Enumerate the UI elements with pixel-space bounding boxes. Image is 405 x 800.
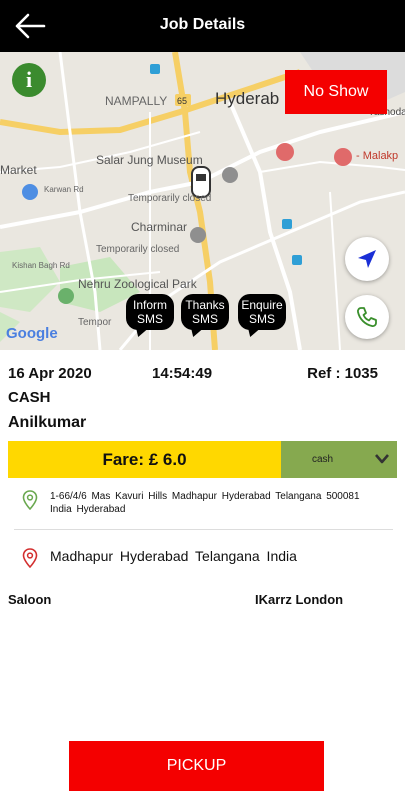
no-show-button[interactable]: No Show	[285, 70, 387, 114]
map-label-karwan-rd: Karwan Rd	[44, 185, 84, 194]
company-name: IKarrz London	[255, 592, 344, 607]
map-label-nehru-zoo: Nehru Zoological Park	[78, 277, 197, 291]
map-label-market: Market	[0, 163, 37, 177]
job-date: 16 Apr 2020	[8, 365, 92, 382]
inform-sms-bubble: Inform SMS	[126, 294, 174, 330]
map-label-tempor: Tempor	[78, 317, 112, 328]
enquire-sms-label-1: Enquire	[241, 298, 283, 312]
google-logo: Google	[6, 325, 58, 342]
google-logo-text: Google	[6, 325, 58, 342]
thanks-sms-bubble: Thanks SMS	[181, 294, 229, 330]
pickup-address-text: 1-66/4/6 Mas Kavuri Hills Madhapur Hyder…	[50, 491, 360, 515]
map-label-kishan-bagh-rd: Kishan Bagh Rd	[12, 261, 70, 270]
map-label-malakp: - Malakp	[356, 150, 399, 162]
enquire-sms-tail	[244, 327, 262, 337]
job-ref: Ref : 1035	[307, 365, 378, 382]
page-title: Job Details	[159, 16, 246, 33]
header-bar: Job Details	[0, 0, 405, 52]
vehicle-type: Saloon	[8, 592, 52, 607]
payment-method-value: cash	[312, 454, 334, 465]
navigate-button[interactable]	[345, 237, 389, 281]
job-meta-row: 16 Apr 2020 14:54:49 Ref : 1035	[8, 365, 397, 385]
map-label-temporarily-closed-2: Temporarily closed	[96, 244, 180, 255]
phone-icon	[357, 307, 377, 327]
pickup-button[interactable]: PICKUP	[69, 741, 324, 791]
map-label-road-65: 65	[177, 96, 188, 106]
chevron-down-icon	[375, 454, 389, 464]
info-button[interactable]: i	[12, 63, 46, 97]
inform-sms-button[interactable]: Inform SMS	[126, 294, 174, 338]
thanks-sms-label-2: SMS	[191, 312, 218, 326]
drop-address-text: Madhapur Hyderabad Telangana India	[50, 548, 297, 564]
inform-sms-label-1: Inform	[132, 298, 167, 312]
map-label-salar-jung: Salar Jung Museum	[96, 153, 203, 167]
enquire-sms-button[interactable]: Enquire SMS	[238, 294, 286, 338]
call-button[interactable]	[345, 295, 389, 339]
enquire-sms-label-2: SMS	[248, 312, 275, 326]
drop-pin-icon	[22, 548, 38, 568]
thanks-sms-label-1: Thanks	[185, 298, 225, 312]
fare-display: Fare: £ 6.0	[8, 441, 281, 478]
inform-sms-label-2: SMS	[136, 312, 163, 326]
passenger-name: Anilkumar	[8, 414, 87, 431]
address-divider	[14, 529, 393, 530]
job-time: 14:54:49	[152, 365, 213, 382]
pickup-pin-icon	[22, 490, 38, 510]
thanks-sms-tail	[187, 327, 205, 337]
payment-method-select[interactable]: cash	[281, 441, 397, 478]
payment-type: CASH	[8, 389, 51, 406]
inform-sms-tail	[132, 327, 150, 337]
thanks-sms-button[interactable]: Thanks SMS	[181, 294, 229, 338]
map-label-hyderabad: Hyderab	[215, 89, 280, 108]
pickup-address: 1-66/4/6 Mas Kavuri Hills Madhapur Hyder…	[22, 490, 402, 518]
map-label-temporarily-closed-1: Temporarily closed	[128, 193, 212, 204]
map-label-nampally: NAMPALLY	[105, 94, 168, 108]
map-label-charminar: Charminar	[131, 220, 188, 234]
navigation-arrow-icon	[358, 250, 376, 268]
drop-address: Madhapur Hyderabad Telangana India	[22, 548, 402, 570]
enquire-sms-bubble: Enquire SMS	[238, 294, 286, 330]
